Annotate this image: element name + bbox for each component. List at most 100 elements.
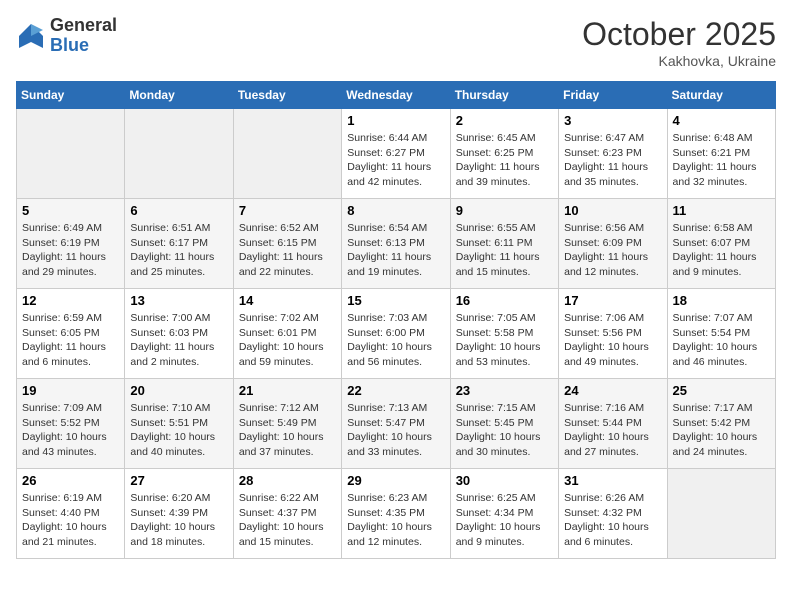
col-tuesday: Tuesday — [233, 82, 341, 109]
day-cell: 4Sunrise: 6:48 AMSunset: 6:21 PMDaylight… — [667, 109, 775, 199]
sunset: Sunset: 5:56 PM — [564, 326, 661, 341]
month-title: October 2025 — [582, 16, 776, 53]
sunrise: Sunrise: 6:59 AM — [22, 311, 119, 326]
daylight: Daylight: 10 hours and 24 minutes. — [673, 430, 770, 459]
day-number: 23 — [456, 383, 553, 398]
daylight: Daylight: 11 hours and 12 minutes. — [564, 250, 661, 279]
day-info: Sunrise: 6:20 AMSunset: 4:39 PMDaylight:… — [130, 491, 227, 550]
day-number: 10 — [564, 203, 661, 218]
week-row-5: 26 Sunrise: 6:19 AMSunset: 4:40 PMDayligh… — [17, 469, 776, 559]
day-number: 29 — [347, 473, 444, 488]
day-info: Sunrise: 7:02 AMSunset: 6:01 PMDaylight:… — [239, 311, 336, 370]
sunrise: Sunrise: 7:15 AM — [456, 401, 553, 416]
sunset: Sunset: 5:51 PM — [130, 416, 227, 431]
logo-text: General Blue — [50, 16, 117, 56]
sunrise: Sunrise: 6:25 AM — [456, 491, 553, 506]
day-cell: 8Sunrise: 6:54 AMSunset: 6:13 PMDaylight… — [342, 199, 450, 289]
daylight: Daylight: 10 hours and 49 minutes. — [564, 340, 661, 369]
sunrise: Sunrise: 6:54 AM — [347, 221, 444, 236]
day-info: Sunrise: 6:51 AMSunset: 6:17 PMDaylight:… — [130, 221, 227, 280]
day-number: 30 — [456, 473, 553, 488]
sunset: Sunset: 5:54 PM — [673, 326, 770, 341]
day-cell: 1 Sunrise: 6:44 AMSunset: 6:27 PMDaylight… — [342, 109, 450, 199]
day-number: 1 — [347, 113, 444, 128]
day-cell: 9Sunrise: 6:55 AMSunset: 6:11 PMDaylight… — [450, 199, 558, 289]
day-cell — [125, 109, 233, 199]
sunset: Sunset: 5:45 PM — [456, 416, 553, 431]
sunset: Sunset: 6:09 PM — [564, 236, 661, 251]
logo-icon — [16, 21, 46, 51]
day-cell: 31Sunrise: 6:26 AMSunset: 4:32 PMDayligh… — [559, 469, 667, 559]
sunset: Sunset: 6:27 PM — [347, 146, 444, 161]
day-cell: 20Sunrise: 7:10 AMSunset: 5:51 PMDayligh… — [125, 379, 233, 469]
daylight: Daylight: 11 hours and 35 minutes. — [564, 160, 661, 189]
calendar: Sunday Monday Tuesday Wednesday Thursday… — [16, 81, 776, 559]
day-info: Sunrise: 7:16 AMSunset: 5:44 PMDaylight:… — [564, 401, 661, 460]
day-cell: 15Sunrise: 7:03 AMSunset: 6:00 PMDayligh… — [342, 289, 450, 379]
daylight: Daylight: 11 hours and 32 minutes. — [673, 160, 770, 189]
day-cell: 29 Sunrise: 6:23 AMSunset: 4:35 PMDayligh… — [342, 469, 450, 559]
sunrise: Sunrise: 6:44 AM — [347, 131, 444, 146]
sunrise: Sunrise: 6:19 AM — [22, 491, 119, 506]
sunrise: Sunrise: 6:22 AM — [239, 491, 336, 506]
day-info: Sunrise: 6:45 AMSunset: 6:25 PMDaylight:… — [456, 131, 553, 190]
day-number: 11 — [673, 203, 770, 218]
day-info: Sunrise: 6:22 AMSunset: 4:37 PMDaylight:… — [239, 491, 336, 550]
daylight: Daylight: 10 hours and 30 minutes. — [456, 430, 553, 459]
logo-blue: Blue — [50, 36, 117, 56]
sunset: Sunset: 6:17 PM — [130, 236, 227, 251]
day-cell: 7Sunrise: 6:52 AMSunset: 6:15 PMDaylight… — [233, 199, 341, 289]
day-info: Sunrise: 7:12 AMSunset: 5:49 PMDaylight:… — [239, 401, 336, 460]
day-info: Sunrise: 7:07 AMSunset: 5:54 PMDaylight:… — [673, 311, 770, 370]
daylight: Daylight: 10 hours and 33 minutes. — [347, 430, 444, 459]
sunset: Sunset: 4:34 PM — [456, 506, 553, 521]
day-number: 16 — [456, 293, 553, 308]
day-cell: 2Sunrise: 6:45 AMSunset: 6:25 PMDaylight… — [450, 109, 558, 199]
daylight: Daylight: 10 hours and 12 minutes. — [347, 520, 444, 549]
day-info: Sunrise: 7:06 AMSunset: 5:56 PMDaylight:… — [564, 311, 661, 370]
sunrise: Sunrise: 7:16 AM — [564, 401, 661, 416]
day-info: Sunrise: 6:55 AMSunset: 6:11 PMDaylight:… — [456, 221, 553, 280]
sunset: Sunset: 4:39 PM — [130, 506, 227, 521]
day-cell: 3Sunrise: 6:47 AMSunset: 6:23 PMDaylight… — [559, 109, 667, 199]
sunrise: Sunrise: 6:49 AM — [22, 221, 119, 236]
day-info: Sunrise: 6:23 AMSunset: 4:35 PMDaylight:… — [347, 491, 444, 550]
day-info: Sunrise: 6:19 AMSunset: 4:40 PMDaylight:… — [22, 491, 119, 550]
day-info: Sunrise: 7:09 AMSunset: 5:52 PMDaylight:… — [22, 401, 119, 460]
daylight: Daylight: 11 hours and 22 minutes. — [239, 250, 336, 279]
calendar-body: 1Sunrise: 6:44 AMSunset: 6:27 PMDaylight… — [17, 109, 776, 559]
day-info: Sunrise: 7:15 AMSunset: 5:45 PMDaylight:… — [456, 401, 553, 460]
daylight: Daylight: 11 hours and 42 minutes. — [347, 160, 444, 189]
day-cell: 22 Sunrise: 7:13 AMSunset: 5:47 PMDayligh… — [342, 379, 450, 469]
daylight: Daylight: 10 hours and 15 minutes. — [239, 520, 336, 549]
day-number: 22 — [347, 383, 444, 398]
day-number: 26 — [22, 473, 119, 488]
sunset: Sunset: 4:37 PM — [239, 506, 336, 521]
sunset: Sunset: 6:11 PM — [456, 236, 553, 251]
location: Kakhovka, Ukraine — [582, 53, 776, 69]
daylight: Daylight: 10 hours and 21 minutes. — [22, 520, 119, 549]
week-row-1: 1Sunrise: 6:44 AMSunset: 6:27 PMDaylight… — [17, 109, 776, 199]
sunrise: Sunrise: 6:56 AM — [564, 221, 661, 236]
sunrise: Sunrise: 7:03 AM — [347, 311, 444, 326]
daylight: Daylight: 10 hours and 27 minutes. — [564, 430, 661, 459]
day-info: Sunrise: 6:47 AMSunset: 6:23 PMDaylight:… — [564, 131, 661, 190]
day-cell: 23 Sunrise: 7:15 AMSunset: 5:45 PMDayligh… — [450, 379, 558, 469]
day-number: 4 — [673, 113, 770, 128]
title-block: October 2025 Kakhovka, Ukraine — [582, 16, 776, 69]
day-number: 6 — [130, 203, 227, 218]
daylight: Daylight: 10 hours and 56 minutes. — [347, 340, 444, 369]
day-info: Sunrise: 6:56 AMSunset: 6:09 PMDaylight:… — [564, 221, 661, 280]
day-cell: 11Sunrise: 6:58 AMSunset: 6:07 PMDayligh… — [667, 199, 775, 289]
col-saturday: Saturday — [667, 82, 775, 109]
day-cell: 6 Sunrise: 6:51 AMSunset: 6:17 PMDaylight… — [125, 199, 233, 289]
day-cell: 26 Sunrise: 6:19 AMSunset: 4:40 PMDayligh… — [17, 469, 125, 559]
sunset: Sunset: 6:05 PM — [22, 326, 119, 341]
day-info: Sunrise: 7:00 AMSunset: 6:03 PMDaylight:… — [130, 311, 227, 370]
col-friday: Friday — [559, 82, 667, 109]
day-info: Sunrise: 7:13 AMSunset: 5:47 PMDaylight:… — [347, 401, 444, 460]
sunset: Sunset: 5:49 PM — [239, 416, 336, 431]
day-info: Sunrise: 7:17 AMSunset: 5:42 PMDaylight:… — [673, 401, 770, 460]
daylight: Daylight: 11 hours and 19 minutes. — [347, 250, 444, 279]
day-cell: 16Sunrise: 7:05 AMSunset: 5:58 PMDayligh… — [450, 289, 558, 379]
